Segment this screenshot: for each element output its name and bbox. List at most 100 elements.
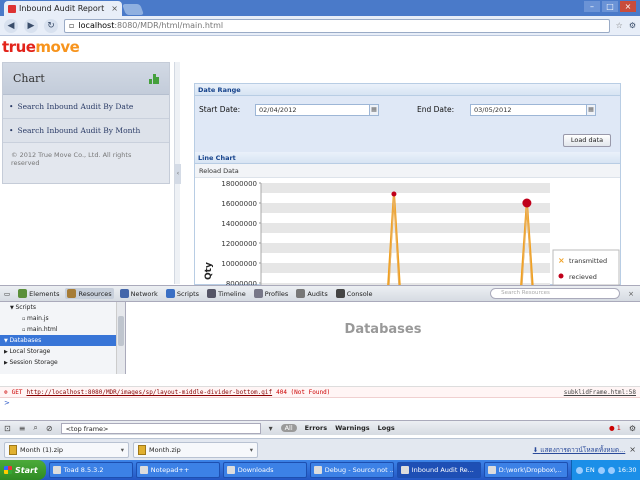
favicon-icon	[8, 4, 16, 13]
devtools-close-icon[interactable]: ×	[628, 290, 634, 298]
grid-band	[261, 213, 550, 223]
bullet-icon: •	[9, 126, 14, 135]
taskbar-item[interactable]: Debug - Source not ...	[309, 462, 394, 478]
forward-arrow-icon[interactable]: ▶	[24, 18, 38, 33]
browser-toolbar: ◀ ▶ ↻ ▫ localhost:8080/MDR/html/main.htm…	[0, 16, 640, 36]
filter-warnings[interactable]: Warnings	[335, 424, 370, 432]
console-output: ⊗ GET http://localhost:8080/MDR/images/s…	[0, 386, 640, 414]
tray-icon[interactable]	[607, 466, 615, 474]
filter-errors[interactable]: Errors	[305, 424, 327, 432]
tray-icon[interactable]	[597, 466, 605, 474]
start-date-label: Start Date:	[199, 105, 241, 114]
language-indicator[interactable]: EN	[586, 466, 595, 474]
page-icon: ▫	[69, 21, 75, 30]
tree-scrollbar[interactable]	[116, 302, 125, 374]
tree-item[interactable]: ▼ Databases	[0, 335, 125, 346]
taskbar-item[interactable]: Notepad++	[135, 462, 220, 478]
tab-timeline[interactable]: Timeline	[205, 288, 248, 299]
chevron-down-icon[interactable]: ▾	[121, 446, 124, 454]
system-tray: EN 16:30	[570, 460, 640, 480]
close-window-button[interactable]: ×	[620, 1, 636, 12]
tray-icon[interactable]	[575, 466, 583, 474]
search-icon[interactable]: ⌕	[33, 423, 37, 433]
tree-item[interactable]: ▫ main.html	[0, 324, 125, 335]
date-range-header: Date Range	[195, 84, 620, 96]
grid-band	[261, 263, 550, 273]
y-tick-label: 10000000	[221, 260, 257, 268]
console-prompt[interactable]: >	[0, 398, 640, 409]
tab-profiles[interactable]: Profiles	[252, 288, 291, 299]
calendar-icon[interactable]: ▦	[369, 104, 379, 116]
grid-band	[261, 193, 550, 203]
error-url-link[interactable]: http://localhost:8080/MDR/images/sp/layo…	[26, 387, 272, 397]
minimize-button[interactable]: –	[584, 1, 600, 12]
devtools-status-bar: ⊡ ≡ ⌕ ⊘ <top frame> ▾ All Errors Warning…	[0, 420, 640, 435]
dock-toggle-icon[interactable]: ⊡	[4, 424, 11, 433]
tab-resources[interactable]: Resources	[65, 288, 114, 299]
wrench-icon[interactable]: ⚙	[629, 21, 636, 30]
show-all-downloads-link[interactable]: ⬇ แสดงการดาวน์โหลดทั้งหมด...	[533, 445, 626, 455]
frame-select[interactable]: <top frame>	[60, 422, 261, 434]
tab-network[interactable]: Network	[118, 288, 160, 299]
start-date-field[interactable]: 02/04/2012 ▦	[255, 104, 379, 116]
grid-band	[261, 223, 550, 233]
bullet-icon: •	[9, 102, 14, 111]
tree-item[interactable]: ▫ main.js	[0, 313, 125, 324]
tab-scripts[interactable]: Scripts	[164, 288, 201, 299]
collapse-arrow-icon[interactable]: ‹	[175, 164, 181, 184]
back-arrow-icon[interactable]: ◀	[4, 18, 18, 33]
maximize-button[interactable]: □	[602, 1, 618, 12]
end-date-label: End Date:	[417, 105, 455, 114]
gear-icon[interactable]: ⚙	[629, 424, 636, 433]
error-count-badge[interactable]: ● 1	[609, 424, 621, 432]
splitter-handle[interactable]: ‹	[174, 62, 181, 284]
tree-item[interactable]: ▼ Scripts	[0, 302, 125, 313]
grid-band	[261, 233, 550, 243]
new-tab-button[interactable]	[121, 4, 145, 15]
app-icon	[313, 466, 322, 474]
console-error-line: ⊗ GET http://localhost:8080/MDR/images/s…	[0, 387, 640, 398]
tree-item[interactable]: ▶ Local Storage	[0, 346, 125, 357]
filter-logs[interactable]: Logs	[378, 424, 395, 432]
chevron-down-icon[interactable]: ▾	[250, 446, 253, 454]
tab-elements[interactable]: Elements	[16, 288, 61, 299]
load-data-button[interactable]: Load data	[563, 134, 611, 147]
download-item[interactable]: Month (1).zip ▾	[4, 441, 129, 458]
taskbar-item[interactable]: Downloads	[222, 462, 307, 478]
reload-icon[interactable]: ↻	[44, 18, 58, 33]
calendar-icon[interactable]: ▦	[586, 104, 596, 116]
start-button[interactable]: Start	[0, 460, 46, 480]
scripts-icon	[165, 289, 175, 298]
windows-logo-icon	[4, 466, 12, 474]
sidebar-header: Chart	[3, 63, 169, 95]
taskbar-item[interactable]: D:\work\Dropbox\...	[483, 462, 568, 478]
address-bar[interactable]: ▫ localhost:8080/MDR/html/main.html	[64, 18, 610, 33]
end-date-field[interactable]: 03/05/2012 ▦	[470, 104, 596, 116]
error-source-link[interactable]: subklidFrame.html:58	[564, 387, 636, 397]
legend-marker-transmitted: ×	[558, 256, 565, 265]
dock-icon[interactable]: ▭	[2, 289, 12, 299]
console-toggle-icon[interactable]: ≡	[19, 424, 26, 433]
tab-title: Inbound Audit Report	[19, 4, 105, 13]
bookmark-star-icon[interactable]: ☆	[616, 21, 623, 30]
taskbar-item[interactable]: Toad 8.5.3.2	[48, 462, 133, 478]
tree-item[interactable]: ▶ Session Storage	[0, 357, 125, 368]
downloads-close-icon[interactable]: ×	[629, 445, 636, 454]
tab-console[interactable]: Console	[334, 288, 375, 299]
line-chart-header: Line Chart	[195, 152, 620, 164]
devtools-search-input[interactable]: Search Resources	[490, 288, 621, 299]
filter-all[interactable]: All	[280, 424, 297, 432]
taskbar-item[interactable]: Inbound Audit Re...	[396, 462, 481, 478]
recieved-point-0	[391, 191, 397, 197]
devtools: ▭ Elements Resources Network Scripts Timelin…	[0, 285, 640, 438]
reload-data-button[interactable]: Reload Data	[195, 164, 620, 178]
browser-tab[interactable]: Inbound Audit Report ×	[4, 1, 122, 16]
sidebar-item-by-month[interactable]: • Search Inbound Audit By Month	[3, 119, 169, 143]
tab-close-icon[interactable]: ×	[111, 4, 118, 13]
sidebar-item-by-date[interactable]: • Search Inbound Audit By Date	[3, 95, 169, 119]
resources-tree: ▼ Scripts ▫ main.js ▫ main.html ▼ Databases…	[0, 302, 126, 374]
y-tick-label: 12000000	[221, 240, 257, 248]
clear-console-icon[interactable]: ⊘	[46, 424, 53, 433]
tab-audits[interactable]: Audits	[294, 288, 329, 299]
download-item[interactable]: Month.zip ▾	[133, 441, 258, 458]
